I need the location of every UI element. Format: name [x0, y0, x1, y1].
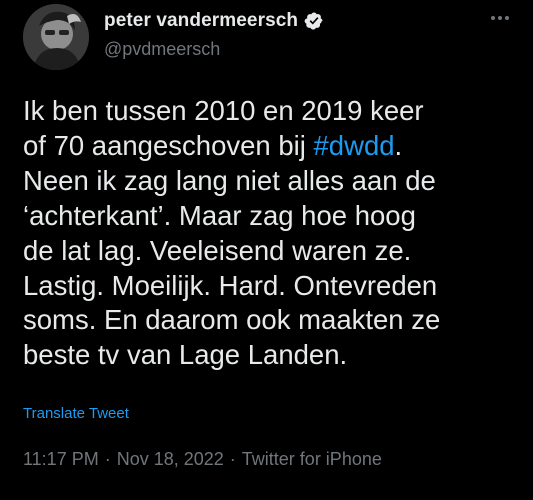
- meta-separator: ·: [229, 449, 236, 469]
- profile-photo-icon: [23, 4, 89, 70]
- hashtag-link[interactable]: #dwdd: [314, 130, 395, 161]
- tweet-detail: peter vandermeersch @pvdmeersch Ik ben t…: [0, 0, 533, 500]
- author-handle[interactable]: @pvdmeersch: [104, 39, 220, 60]
- verified-badge-icon: [304, 11, 324, 31]
- tweet-date[interactable]: Nov 18, 2022: [117, 449, 224, 469]
- tweet-time[interactable]: 11:17 PM: [23, 449, 99, 469]
- author-display-name[interactable]: peter vandermeersch: [104, 10, 298, 32]
- tweet-line-with-hashtag: of 70 aangeschoven bij #dwdd.: [23, 129, 523, 164]
- author-name-row[interactable]: peter vandermeersch: [104, 10, 324, 32]
- more-options-icon[interactable]: [485, 8, 515, 28]
- more-dot: [505, 16, 509, 20]
- translate-tweet-link[interactable]: Translate Tweet: [23, 405, 129, 422]
- more-dot: [498, 16, 502, 20]
- more-dot: [491, 16, 495, 20]
- tweet-line: Lastig. Moeilijk. Hard. Ontevreden: [23, 269, 438, 301]
- tweet-source[interactable]: Twitter for iPhone: [242, 449, 382, 469]
- avatar[interactable]: [23, 4, 89, 70]
- tweet-line-text: of 70 aangeschoven bij: [23, 129, 314, 161]
- tweet-text: Ik ben tussen 2010 en 2019 keer of 70 aa…: [23, 94, 523, 373]
- tweet-line-punct: .: [394, 129, 403, 161]
- tweet-line: de lat lag. Veeleisend waren ze.: [23, 234, 412, 266]
- meta-separator: ·: [104, 449, 111, 469]
- tweet-line: ‘achterkant’. Maar zag hoe hoog: [23, 199, 416, 231]
- tweet-line: Ik ben tussen 2010 en 2019 keer: [23, 95, 424, 126]
- tweet-line: Neen ik zag lang niet alles aan de: [23, 164, 436, 196]
- tweet-meta: 11:17 PM · Nov 18, 2022 · Twitter for iPhone: [23, 449, 382, 470]
- tweet-line: soms. En daarom ook maakten ze: [23, 304, 441, 336]
- tweet-line: beste tv van Lage Landen.: [23, 339, 348, 371]
